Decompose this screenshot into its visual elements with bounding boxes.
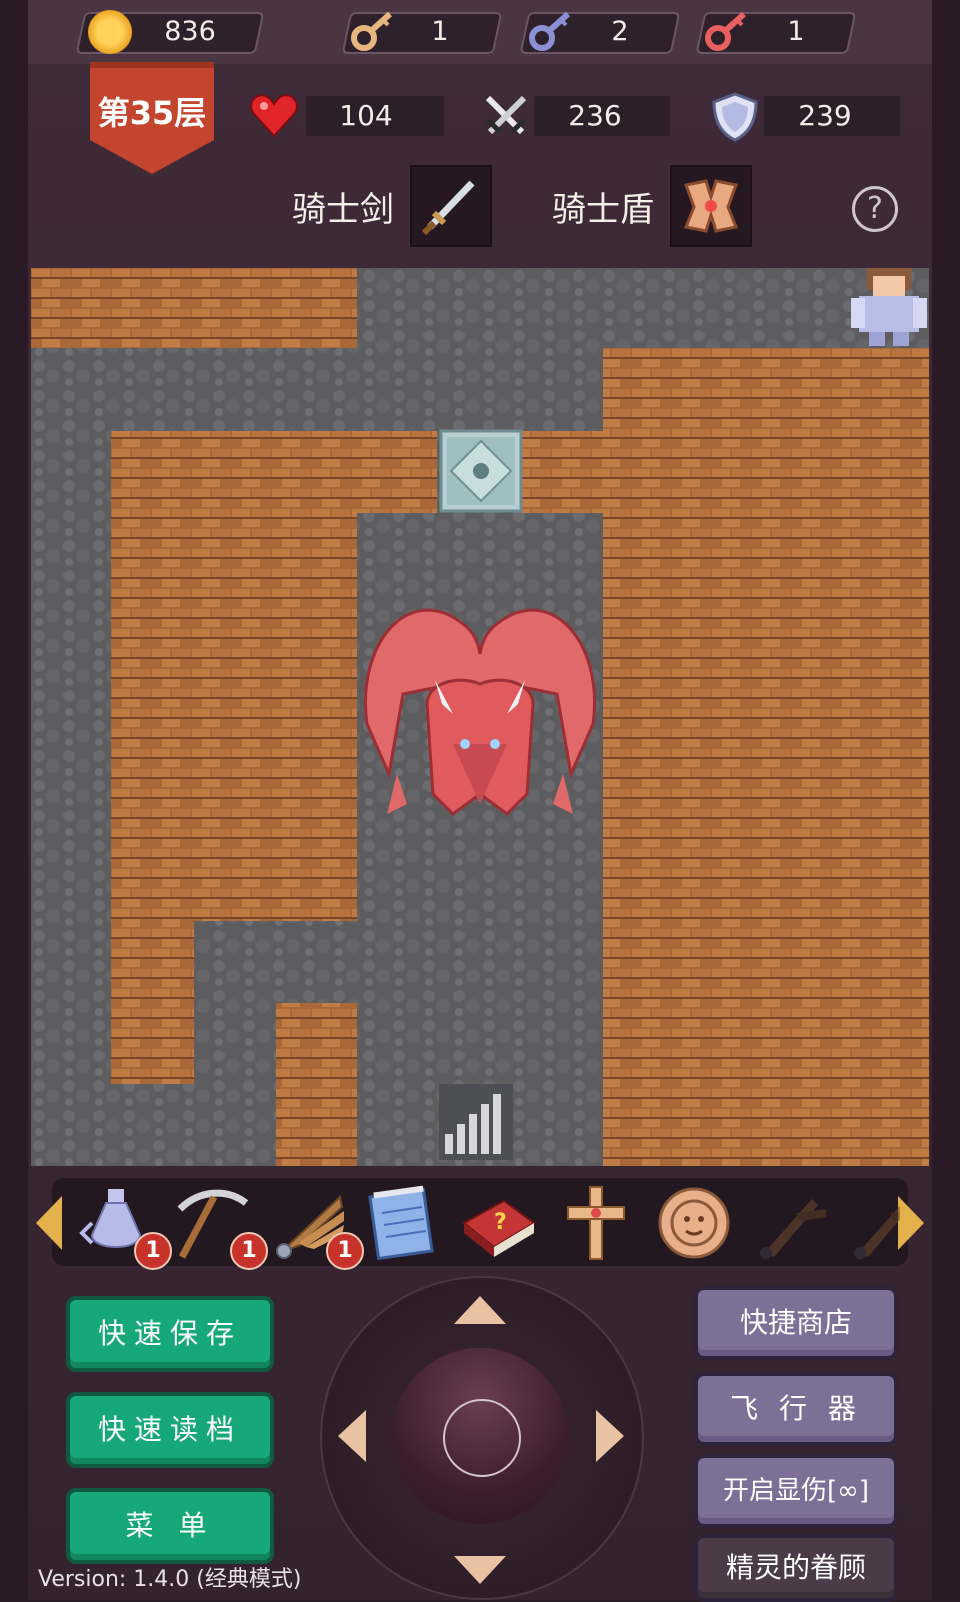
dpad-up-icon[interactable]	[454, 1296, 506, 1326]
show-damage-button[interactable]: 开启显伤[∞]	[694, 1454, 898, 1528]
quick-save-button[interactable]: 快速保存	[66, 1296, 274, 1372]
coin-face-icon	[658, 1187, 730, 1259]
gold-coin-icon	[88, 10, 132, 54]
item-slot-4[interactable]	[364, 1183, 444, 1263]
gold-value: 836	[164, 16, 216, 47]
dpad-left-icon[interactable]	[338, 1410, 368, 1462]
item-slot-8[interactable]	[752, 1183, 832, 1263]
stairs-down[interactable]	[439, 1084, 513, 1160]
left-edge	[0, 0, 28, 1600]
heart-icon	[250, 94, 298, 138]
item-slot-5[interactable]: ?	[458, 1183, 538, 1263]
hp-value: 104	[339, 99, 393, 132]
armor-slot[interactable]	[670, 165, 752, 247]
knight-shield-icon	[683, 179, 739, 233]
floor-label: 第35层	[97, 94, 207, 132]
armor-label: 骑士盾	[552, 190, 654, 230]
swords-icon	[485, 95, 527, 135]
notepad-icon	[368, 1185, 434, 1261]
version-label: Version: 1.4.0 (经典模式)	[38, 1567, 302, 1592]
cross-icon	[567, 1186, 625, 1260]
item-count-badge-1: 1	[134, 1232, 172, 1270]
spirit-favor-button[interactable]: 精灵的眷顾	[694, 1534, 898, 1602]
svg-text:?: ?	[494, 1210, 507, 1235]
item-count-badge-3: 1	[326, 1232, 364, 1270]
item-slot-6[interactable]	[556, 1183, 636, 1263]
blue-key-count: 2	[611, 16, 629, 47]
staff-icon	[854, 1205, 900, 1259]
knight-sword-icon	[421, 180, 475, 236]
blue-key-icon	[529, 11, 571, 51]
monster-book-icon: ?	[462, 1199, 536, 1257]
red-key-icon	[705, 11, 747, 51]
dpad-right-icon[interactable]	[594, 1410, 624, 1462]
quick-shop-button[interactable]: 快捷商店	[694, 1286, 898, 1360]
quick-load-button[interactable]: 快速读档	[66, 1392, 274, 1468]
attack-value: 236	[568, 99, 622, 132]
weapon-label: 骑士剑	[292, 190, 394, 230]
right-edge	[932, 0, 960, 1600]
item-slot-9[interactable]	[846, 1183, 900, 1263]
scroll-left-icon[interactable]	[36, 1196, 64, 1250]
yellow-key-count: 1	[431, 16, 449, 47]
help-button[interactable]: ?	[852, 186, 898, 232]
staff-icon	[760, 1199, 826, 1259]
menu-button[interactable]: 菜 单	[66, 1488, 274, 1564]
weapon-slot[interactable]	[410, 165, 492, 247]
dpad-center-ring	[443, 1399, 521, 1477]
game-map[interactable]	[31, 268, 929, 1166]
fly-button[interactable]: 飞 行 器	[694, 1372, 898, 1446]
dpad-down-icon[interactable]	[454, 1554, 506, 1584]
yellow-key-icon	[351, 11, 393, 51]
defense-value: 239	[798, 99, 852, 132]
item-count-badge-2: 1	[230, 1232, 268, 1270]
scroll-right-icon[interactable]	[896, 1196, 924, 1250]
red-key-count: 1	[787, 16, 805, 47]
item-slot-7[interactable]	[654, 1183, 734, 1263]
magic-door[interactable]	[439, 429, 523, 513]
shield-icon	[712, 92, 758, 142]
